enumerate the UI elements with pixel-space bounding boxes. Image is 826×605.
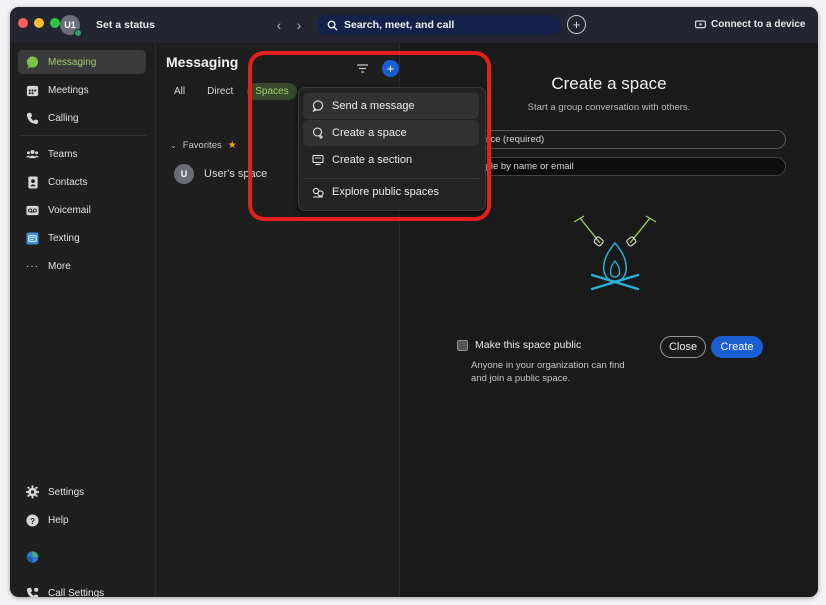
sidebar-item-label: Contacts xyxy=(48,176,88,188)
voicemail-icon xyxy=(26,204,39,217)
close-window-button[interactable] xyxy=(18,18,28,28)
connect-to-device-button[interactable]: Connect to a device xyxy=(695,19,805,30)
page-title: Messaging xyxy=(166,54,239,70)
people-icon xyxy=(26,148,39,161)
sidebar-item-more[interactable]: ··· More xyxy=(18,254,146,278)
sidebar-item-calendar-integration[interactable] xyxy=(18,545,146,569)
chat-bubble-icon xyxy=(26,55,39,69)
campfire-illustration xyxy=(573,215,657,291)
make-public-label: Make this space public xyxy=(475,339,582,351)
search-icon xyxy=(327,20,338,31)
star-icon: ★ xyxy=(227,140,237,151)
more-dots-icon: ··· xyxy=(26,260,39,272)
window-controls xyxy=(18,18,60,28)
sidebar-item-texting[interactable]: Texting xyxy=(18,226,146,250)
favorites-section-header[interactable]: ⌄ Favorites ★ xyxy=(170,140,237,151)
favorites-label: Favorites xyxy=(182,140,222,151)
sidebar-item-label: Texting xyxy=(48,232,80,244)
minimize-window-button[interactable] xyxy=(34,18,44,28)
forward-arrow-icon[interactable]: › xyxy=(292,16,306,34)
sidebar-item-settings[interactable]: Settings xyxy=(18,480,146,504)
sidebar-item-label: More xyxy=(48,260,71,272)
sidebar-item-label: Teams xyxy=(48,148,78,160)
search-bar[interactable]: Search, meet, and call xyxy=(317,15,561,35)
search-placeholder: Search, meet, and call xyxy=(344,19,455,31)
sidebar-item-meetings[interactable]: Meetings xyxy=(18,78,146,102)
make-public-description: Anyone in your organization can find and… xyxy=(471,360,625,384)
sidebar: Messaging Meetings Calling Teams Contact… xyxy=(10,43,156,597)
make-public-checkbox[interactable] xyxy=(457,339,468,351)
sidebar-item-calling[interactable]: Calling xyxy=(18,106,146,130)
close-button[interactable]: Close xyxy=(660,336,706,358)
sidebar-item-label: Settings xyxy=(48,486,85,498)
sidebar-item-help[interactable]: ? Help xyxy=(18,508,146,532)
svg-text:?: ? xyxy=(30,515,35,525)
app-window: U1 Set a status ‹ › Search, meet, and ca… xyxy=(10,7,818,597)
sidebar-item-label: Voicemail xyxy=(48,204,91,216)
help-icon: ? xyxy=(26,513,39,527)
sidebar-item-label: Meetings xyxy=(48,84,89,96)
phone-icon xyxy=(26,112,39,125)
avatar-initials: U1 xyxy=(64,20,76,30)
sidebar-item-label: Calling xyxy=(48,112,79,124)
user-avatar[interactable]: U1 xyxy=(60,15,82,37)
phone-settings-icon xyxy=(26,587,39,597)
sidebar-divider xyxy=(20,135,146,136)
gear-icon xyxy=(26,485,39,499)
call-settings-label: Call Settings xyxy=(48,587,105,598)
connect-label: Connect to a device xyxy=(711,19,806,30)
add-button[interactable]: + xyxy=(567,15,586,34)
sidebar-item-messaging[interactable]: Messaging xyxy=(18,50,146,74)
back-arrow-icon[interactable]: ‹ xyxy=(272,16,286,34)
make-public-row[interactable]: Make this space public xyxy=(457,339,581,351)
sidebar-item-teams[interactable]: Teams xyxy=(18,142,146,166)
sidebar-item-label: Messaging xyxy=(48,56,97,68)
space-avatar: U xyxy=(174,164,194,184)
title-bar: U1 Set a status ‹ › Search, meet, and ca… xyxy=(10,7,818,43)
highlight-annotation xyxy=(248,51,491,221)
sms-icon xyxy=(26,231,39,245)
create-button[interactable]: Create xyxy=(711,336,763,358)
maximize-window-button[interactable] xyxy=(50,18,60,28)
call-settings-button[interactable]: Call Settings xyxy=(18,581,146,597)
tab-all[interactable]: All xyxy=(166,83,193,100)
set-status-link[interactable]: Set a status xyxy=(96,19,155,31)
sidebar-item-contacts[interactable]: Contacts xyxy=(18,170,146,194)
app-logo-icon xyxy=(26,551,39,564)
calendar-icon xyxy=(26,84,39,97)
contact-card-icon xyxy=(26,175,39,189)
sidebar-item-voicemail[interactable]: Voicemail xyxy=(18,198,146,222)
presence-indicator xyxy=(74,29,82,37)
sidebar-item-label: Help xyxy=(48,514,69,526)
tab-direct[interactable]: Direct xyxy=(199,83,241,100)
space-name-field[interactable]: space (required) xyxy=(460,130,786,149)
chevron-down-icon: ⌄ xyxy=(170,141,177,150)
device-icon xyxy=(695,20,706,28)
add-people-field[interactable]: eople by name or email xyxy=(460,157,786,176)
